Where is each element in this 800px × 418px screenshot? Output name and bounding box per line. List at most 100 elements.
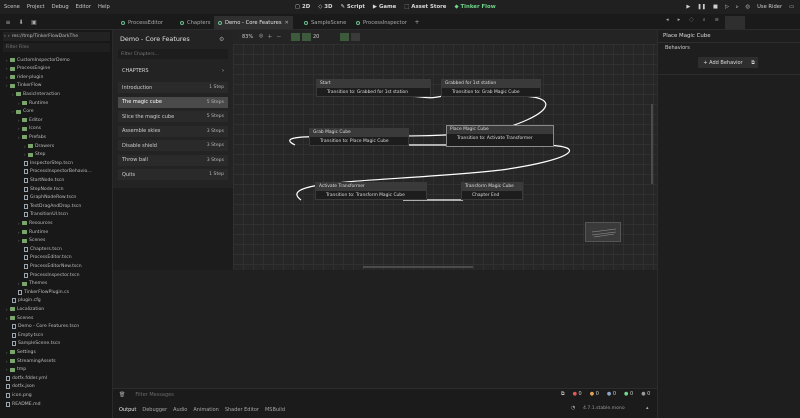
paste-behavior-icon[interactable]: ⧉ [748,57,758,68]
filter-chapters-input[interactable]: Filter Chapters... [118,49,228,59]
forward-icon[interactable]: › [8,34,10,39]
folder-row[interactable]: › Resources [0,219,113,227]
chapters-header[interactable]: CHAPTERS › [118,65,228,77]
file-row[interactable]: Empty.tscn [0,331,113,339]
folder-row[interactable]: › Runtime [0,99,113,107]
file-row[interactable]: InspectorStep.tscn [0,159,113,167]
movie-icon[interactable]: ◎ [746,4,751,10]
path-bar[interactable]: ‹ › res://tmp/TinkerFlowDarkThe [3,32,110,41]
file-row[interactable]: StepNode.tscn [0,185,113,193]
zoom-in-icon[interactable]: ＋ [267,33,272,40]
chapter-item[interactable]: Disable shield 3 Steps [118,140,228,151]
inspector-history-forward-icon[interactable]: ▸ [678,17,681,24]
file-row[interactable]: ProcessEditor.tscn [0,254,113,262]
tinker-flow-button[interactable]: ◆ Tinker Flow [454,4,495,10]
tab-demo-core-features[interactable]: Demo - Core Features ✕ [214,16,293,29]
add-behavior-button[interactable]: + Add Behavior [698,57,748,68]
graph-node-grab-magic-cube[interactable]: Grab Magic Cube Transition to: Place Mag… [309,128,409,146]
folder-row[interactable]: › Settings [0,348,113,356]
menu-project[interactable]: Project [27,4,45,10]
settings-icon[interactable]: ⚙ [219,36,224,43]
chapter-item[interactable]: The magic cube 5 Steps [118,96,228,108]
mode-2d-button[interactable]: ▢ 2D [295,4,310,10]
window-close-icon[interactable]: ▭ [789,4,794,10]
scene-icon[interactable]: ≡ [3,17,13,27]
graph-minimap[interactable] [585,222,621,242]
snap-value[interactable]: 20 [313,34,319,40]
pause-icon[interactable]: ❚❚ [697,4,706,10]
import-icon[interactable]: ⬇ [16,17,26,27]
zoom-reset-icon[interactable]: ◎ [259,33,263,40]
menu-debug[interactable]: Debug [52,4,69,10]
play-icon[interactable]: ▶ [686,4,690,10]
file-row[interactable]: README.md [0,400,113,408]
graph-node-transform-magic-cube[interactable]: Transform Magic Cube Chapter End [461,182,523,200]
folder-row[interactable]: › Prefabs [0,133,113,141]
filesystem-tab-icon[interactable]: ▣ [29,17,39,27]
menu-help[interactable]: Help [98,4,110,10]
chapter-item[interactable]: Assemble skies 3 Steps [118,125,228,137]
folder-row[interactable]: › Localization [0,305,113,313]
minimap-toggle-icon[interactable] [340,33,349,41]
trace-count[interactable]: ● 0 [641,391,650,397]
horizontal-scrollbar[interactable] [363,266,473,268]
file-row[interactable]: GraphNodeRow.tscn [0,194,113,202]
inspector-history-back-icon[interactable]: ◂ [666,17,669,24]
file-row[interactable]: plugin.cfg [0,297,113,305]
folder-row[interactable]: › ProcessEngine [0,65,113,73]
folder-row[interactable]: › Scenes [0,314,113,322]
add-tab-icon[interactable]: + [412,17,422,27]
chapter-item[interactable]: Throw ball 3 Steps [118,154,228,166]
graph-node-start[interactable]: Start Transition to: Grabbed for 1st sta… [316,79,431,97]
inspector-tab-active[interactable] [725,16,745,29]
chapter-item[interactable]: Slice the magic cube 5 Steps [118,111,228,122]
tab-process-inspector[interactable]: ProcessInspector [352,16,411,29]
tab-process-editor[interactable]: ProcessEditor [117,16,167,29]
menu-editor[interactable]: Editor [76,4,91,10]
vertical-scrollbar[interactable] [651,104,653,184]
file-row[interactable]: TransitionUI.tscn [0,211,113,219]
folder-row[interactable]: › CustomInspectorDemo [0,56,113,64]
clear-icon[interactable]: 🗑 [119,392,125,398]
folder-row[interactable]: › Editor [0,116,113,124]
chapter-item[interactable]: Introduction 1 Step [118,82,228,93]
debug-count[interactable]: ● 0 [624,391,633,397]
folder-row[interactable]: › Themes [0,280,113,288]
tab-debugger[interactable]: Debugger [142,407,167,413]
file-row[interactable]: icon.png [0,391,113,399]
menu-scene[interactable]: Scene [4,4,20,10]
expand-panel-icon[interactable]: ▴ [646,405,649,411]
inspector-search-icon[interactable]: ⌕ [703,17,706,24]
filter-files-input[interactable]: Filter Files [3,43,110,52]
tab-sample-scene[interactable]: SampleScene [300,16,350,29]
error-count[interactable]: ● 0 [573,391,582,397]
file-row[interactable]: StartNode.tscn [0,176,113,184]
file-row[interactable]: SampleScene.tscn [0,340,113,348]
back-icon[interactable]: ‹ [4,34,6,39]
file-row[interactable]: dotfx.json [0,383,113,391]
file-row[interactable]: TestDragAndDrop.tscn [0,202,113,210]
file-row[interactable]: ProcessInspector.tscn [0,271,113,279]
folder-row[interactable]: › tmp [0,366,113,374]
folder-row[interactable]: › Runtime [0,228,113,236]
folder-row[interactable]: › TinkerFlow [0,82,113,90]
file-row[interactable]: ProcessInspectorBehavio... [0,168,113,176]
graph-canvas[interactable]: Start Transition to: Grabbed for 1st sta… [233,44,657,270]
chapter-item[interactable]: Quits 1 Step [118,169,228,180]
inspector-object-icon[interactable]: ◌ [689,17,694,24]
inspector-filter-icon[interactable]: ≡ [715,17,719,24]
folder-row[interactable]: › Core [0,108,113,116]
file-row[interactable]: Chapters.tscn [0,245,113,253]
stop-icon[interactable]: ■ [713,4,718,10]
zoom-out-icon[interactable]: － [276,33,281,40]
play-custom-icon[interactable]: ▹ [736,4,739,10]
tab-output[interactable]: Output [119,407,136,413]
layout-icon[interactable] [351,33,360,41]
info-count[interactable]: ● 0 [607,391,616,397]
folder-row[interactable]: › Scenes [0,237,113,245]
file-row[interactable]: dotfx.fdder.yml [0,374,113,382]
use-rider-label[interactable]: Use Rider [757,4,782,10]
folder-row[interactable]: › BasicInteraction [0,90,113,98]
asset-store-button[interactable]: ⬚ Asset Store [404,4,446,10]
file-row[interactable]: Demo - Core Features.tscn [0,323,113,331]
